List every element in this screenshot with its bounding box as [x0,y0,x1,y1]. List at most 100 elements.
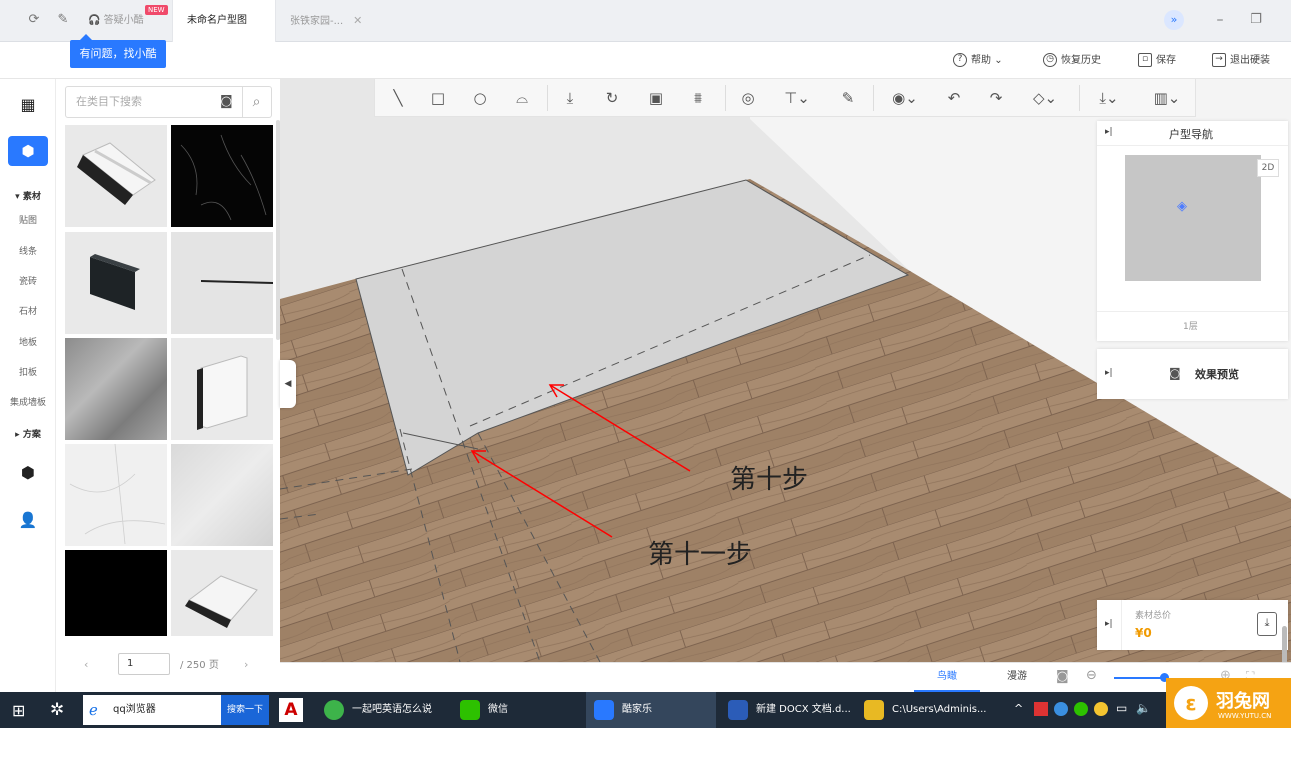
taskbar-app-wechat[interactable]: 微信 [452,692,578,728]
rail-item-stone[interactable]: 石材 [0,304,56,317]
camera-icon[interactable]: ◙ [220,87,233,117]
material-thumb[interactable] [171,444,273,546]
chevron-down-icon: ⌄ [994,55,1003,66]
material-thumb[interactable] [65,444,167,546]
taskbar-app-word[interactable]: 新建 DOCX 文档.d... [720,692,852,728]
section-scheme[interactable]: ▸ 方案 [0,427,56,440]
hexagon-icon[interactable]: ⬢ [0,463,56,482]
exit-icon: → [1212,53,1226,67]
circle-icon[interactable]: ○ [469,88,491,108]
level-icon[interactable]: ⩩ [687,88,709,108]
expand-icon[interactable]: ▸| [1105,368,1113,378]
screenshot-icon[interactable]: ◙ [1056,669,1069,684]
camera-marker-icon[interactable]: ◈ [1177,199,1187,214]
expand-icon[interactable]: ▸| [1105,619,1113,629]
redo-icon[interactable]: ↷ [985,88,1007,108]
pin-icon[interactable]: ✎ [55,12,71,28]
help-button[interactable]: ? 帮助 ⌄ [953,51,1003,71]
history-button[interactable]: ◷ 恢复历史 [1043,51,1101,71]
tab-label: 张铁家园-... [290,16,344,27]
download-icon[interactable]: ⤓⌄ [1091,88,1127,108]
view-tab-birdseye[interactable]: 鸟瞰 [914,663,980,692]
extrude-icon[interactable]: ⤓ [559,88,581,108]
help-tooltip[interactable]: 有问题，找小酷 [70,34,166,68]
expand-icon[interactable]: ▸| [1105,127,1113,137]
rotate-icon[interactable]: ↻ [601,88,623,108]
refresh-icon[interactable]: ⟳ [26,12,42,28]
material-thumb[interactable] [171,550,273,636]
rail-item-texture[interactable]: 贴图 [0,213,56,226]
tray-chevron-icon[interactable]: ^ [1014,702,1023,715]
rail-item-lines[interactable]: 线条 [0,244,56,257]
search-area-icon[interactable]: ◎ [737,88,759,108]
rail-item-tiles[interactable]: 瓷砖 [0,274,56,287]
clipboard-icon[interactable]: ⤓ [1257,612,1277,636]
brush-icon[interactable]: ✎ [837,88,859,108]
floor-label[interactable]: 1层 [1183,319,1198,332]
question-icon: ? [953,53,967,67]
save-button[interactable]: ▫ 保存 [1138,51,1176,71]
next-page-icon[interactable]: › [244,658,248,671]
taskbar-app-explorer[interactable]: C:\Users\Adminis... [856,692,987,728]
minimize-icon[interactable]: – [1212,12,1228,28]
rail-item-wallboard[interactable]: 集成墙板 [0,395,56,408]
tray-app-icon[interactable] [1094,702,1108,716]
zoom-out-icon[interactable]: ⊖ [1086,668,1097,683]
material-thumb[interactable] [171,125,273,227]
line-icon[interactable]: ╲ [387,88,409,108]
cost-label: 素材总价 [1135,611,1172,621]
view-tab-roam[interactable]: 漫游 [984,663,1050,692]
collapse-icon[interactable]: » [1164,10,1184,30]
windows-start-icon[interactable]: ⊞ [12,701,25,720]
acrobat-icon[interactable]: A [279,698,303,722]
tray-app-icon[interactable] [1054,702,1068,716]
minimap[interactable]: ◈ [1125,155,1261,281]
browser-search-input[interactable]: ℯ qq浏览器 [83,695,221,725]
material-thumb[interactable] [171,232,273,334]
search-input[interactable]: 在类目下搜索 ◙ ⌕ [65,86,272,118]
tab-project[interactable]: 张铁家园-... ✕ [276,0,376,42]
rail-item-floor[interactable]: 地板 [0,335,56,348]
exit-button[interactable]: → 退出硬装 [1212,51,1270,71]
rail-item-panel[interactable]: 扣板 [0,365,56,378]
taskbar-app-kujiale[interactable]: 酷家乐 [586,692,716,728]
restore-icon[interactable]: ❐ [1248,12,1264,28]
network-icon[interactable]: ▭ [1116,701,1127,715]
divider [1097,311,1288,312]
user-icon[interactable]: 👤 [0,511,56,529]
close-icon[interactable]: ✕ [353,14,362,27]
watermark-url: WWW.YUTU.CN [1218,712,1272,720]
material-thumb[interactable] [65,338,167,440]
tab-label: 答疑小酷 [103,15,144,26]
search-icon[interactable]: ⌕ [242,87,270,117]
material-thumb[interactable] [65,232,167,334]
material-thumb[interactable] [65,550,167,636]
page-input[interactable]: 1 [118,653,170,675]
section-material[interactable]: ▾ 素材 [0,189,56,202]
grid-icon[interactable]: ▦ [0,95,56,114]
frame-icon[interactable]: ▣ [645,88,667,108]
align-icon[interactable]: ⊤⌄ [779,88,815,108]
collapse-panel-icon[interactable]: ◀ [280,360,296,408]
app-logo-icon[interactable]: ✲ [50,700,64,720]
arc-icon[interactable]: ⌓ [511,88,533,108]
map-icon[interactable]: ▥⌄ [1149,88,1185,108]
tray-app-icon[interactable] [1034,702,1048,716]
zoom-slider[interactable] [1114,677,1162,679]
volume-icon[interactable]: 🔈 [1136,701,1151,715]
material-thumb[interactable] [171,338,273,440]
undo-icon[interactable]: ↶ [943,88,965,108]
eye-icon[interactable]: ◉⌄ [887,88,923,108]
tab-floorplan[interactable]: 未命名户型图✕ [172,0,276,69]
preview-panel[interactable]: ▸| ◙ 效果预览 [1097,349,1288,399]
taskbar-app-browser[interactable]: 一起吧英语怎么说_... [316,692,446,751]
save-label: 保存 [1156,55,1176,66]
rectangle-icon[interactable]: □ [427,88,449,108]
search-go-button[interactable]: 搜索一下 [221,695,269,725]
prev-page-icon[interactable]: ‹ [84,658,88,671]
eraser-icon[interactable]: ◇⌄ [1027,88,1063,108]
tray-wechat-icon[interactable] [1074,702,1088,716]
camera-icon: ◙ [1169,366,1181,380]
mode-toggle[interactable]: 2D [1257,159,1279,177]
material-thumb[interactable] [65,125,167,227]
